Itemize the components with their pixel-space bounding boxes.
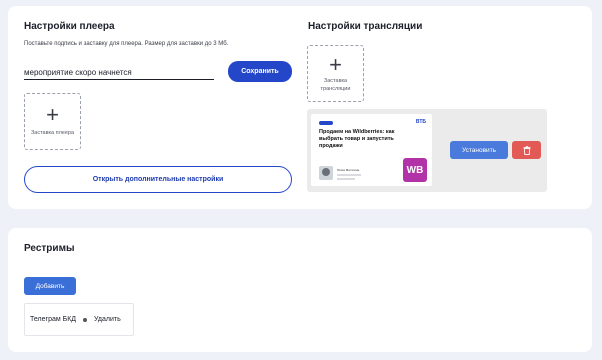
player-caption-input[interactable] [24, 65, 214, 80]
plus-icon: + [46, 102, 59, 127]
speaker-info-line [337, 174, 361, 176]
preview-tag [319, 121, 333, 125]
broadcast-splash-preview: ВТБ Продаем на Wildberries: как выбрать … [307, 109, 547, 192]
restreams-card: Рестримы Добавить Телеграм БКД Удалить [8, 228, 592, 352]
preview-headline: Продаем на Wildberries: как выбрать това… [319, 129, 395, 149]
broadcast-settings-title: Настройки трансляции [308, 21, 423, 32]
install-button[interactable]: Установить [450, 141, 508, 159]
settings-card: Настройки плеера Поставьте подпись и зас… [8, 6, 592, 209]
splash-preview-image: ВТБ Продаем на Wildberries: как выбрать … [311, 114, 432, 186]
delete-restream-link[interactable]: Удалить [94, 316, 121, 323]
speaker-photo [319, 166, 333, 180]
restreams-title: Рестримы [24, 243, 75, 254]
separator-dot [83, 317, 88, 322]
restream-item: Телеграм БКД Удалить [24, 303, 134, 336]
delete-splash-button[interactable] [512, 141, 541, 159]
player-settings-subtitle: Поставьте подпись и заставку для плеера.… [24, 41, 229, 47]
save-button[interactable]: Сохранить [228, 61, 292, 82]
restream-name: Телеграм БКД [30, 316, 77, 323]
broadcast-splash-upload[interactable]: + Заставка трансляции [307, 45, 364, 102]
speaker-name: Юлия Митягина [337, 168, 360, 172]
plus-icon: + [329, 52, 342, 77]
wb-logo: WB [403, 158, 427, 182]
player-settings-title: Настройки плеера [24, 21, 115, 32]
player-splash-label: Заставка плеера [30, 130, 75, 136]
vtb-logo: ВТБ [415, 119, 426, 125]
broadcast-splash-label: Заставка трансляции [320, 78, 351, 92]
speaker-info-line [337, 178, 355, 180]
player-splash-upload[interactable]: + Заставка плеера [24, 93, 81, 150]
trash-icon [523, 145, 530, 155]
open-more-settings-button[interactable]: Открыть дополнительные настройки [24, 166, 292, 193]
add-restream-button[interactable]: Добавить [24, 277, 76, 295]
